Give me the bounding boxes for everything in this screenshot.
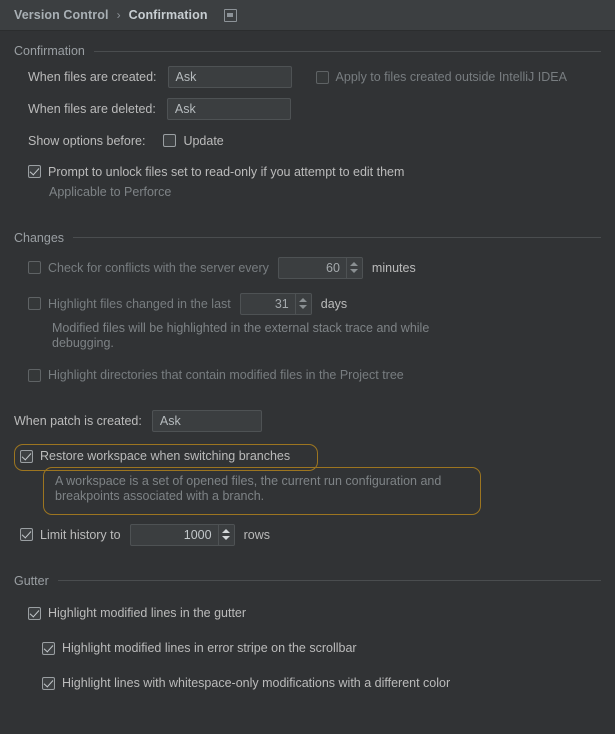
highlight-directories-checkbox[interactable] [28, 368, 41, 382]
restore-workspace-callout: Restore workspace when switching branche… [12, 443, 603, 515]
row-when-patch-created: When patch is created: Ask [12, 409, 603, 432]
highlight-directories-label: Highlight directories that contain modif… [48, 368, 404, 382]
row-check-conflicts[interactable]: Check for conflicts with the server ever… [12, 256, 603, 279]
when-files-created-dropdown[interactable]: Ask [167, 66, 292, 88]
section-header-changes: Changes [12, 231, 603, 245]
highlight-files-label: Highlight files changed in the last [48, 296, 231, 311]
section-title-changes: Changes [14, 230, 65, 245]
spinner-up-icon[interactable] [222, 529, 231, 533]
update-label: Update [183, 133, 224, 148]
limit-history-checkbox[interactable] [20, 528, 33, 541]
prompt-unlock-checkbox[interactable] [28, 165, 41, 178]
spinner-up-icon[interactable] [350, 262, 359, 266]
row-highlight-files[interactable]: Highlight files changed in the last 31 d… [12, 292, 603, 315]
spinner-buttons[interactable] [217, 524, 234, 545]
reset-window-icon[interactable] [223, 8, 237, 22]
restore-workspace-note: A workspace is a set of opened files, th… [55, 473, 442, 504]
prompt-unlock-label: Prompt to unlock files set to read-only … [48, 164, 405, 179]
highlight-whitespace-label: Highlight lines with whitespace-only mod… [62, 676, 451, 690]
when-files-created-value: Ask [175, 70, 197, 84]
spinner-buttons[interactable] [345, 257, 362, 278]
section-divider [93, 50, 601, 52]
check-conflicts-unit: minutes [371, 260, 416, 275]
apply-outside-label: Apply to files created outside IntelliJ … [335, 70, 567, 84]
breadcrumb-separator-icon: › [116, 8, 121, 22]
check-conflicts-checkbox[interactable] [28, 261, 41, 274]
spinner-down-icon[interactable] [299, 305, 308, 309]
restore-workspace-label: Restore workspace when switching branche… [40, 449, 291, 463]
highlight-gutter-checkbox[interactable] [28, 606, 41, 620]
when-patch-created-label: When patch is created: [14, 413, 142, 428]
highlight-whitespace-checkbox[interactable] [42, 676, 55, 690]
update-checkbox[interactable] [163, 134, 177, 147]
show-options-before-label: Show options before: [28, 133, 146, 148]
spinner-up-icon[interactable] [299, 298, 308, 302]
restore-workspace-checkbox[interactable] [20, 449, 33, 463]
check-conflicts-label: Check for conflicts with the server ever… [48, 260, 269, 275]
when-files-deleted-label: When files are deleted: [28, 102, 156, 116]
prompt-unlock-note: Applicable to Perforce [49, 185, 172, 199]
row-limit-history[interactable]: Limit history to 1000 rows [12, 523, 603, 546]
spinner-down-icon[interactable] [222, 536, 231, 540]
highlight-files-value: 31 [274, 296, 289, 311]
check-conflicts-spinner[interactable]: 60 [277, 256, 363, 279]
when-patch-created-dropdown[interactable]: Ask [151, 409, 262, 432]
row-restore-workspace[interactable]: Restore workspace when switching branche… [12, 444, 603, 469]
spinner-buttons[interactable] [294, 293, 311, 314]
row-highlight-directories[interactable]: Highlight directories that contain modif… [12, 365, 603, 386]
breadcrumb-leaf: Confirmation [128, 8, 208, 22]
when-files-deleted-dropdown[interactable]: Ask [166, 98, 291, 120]
highlight-files-note: Modified files will be highlighted in th… [52, 320, 430, 351]
highlight-error-stripe-checkbox[interactable] [42, 641, 55, 655]
section-header-confirmation: Confirmation [12, 44, 603, 58]
apply-outside-checkbox[interactable] [315, 70, 329, 84]
highlight-files-unit: days [320, 296, 348, 311]
row-highlight-error-stripe[interactable]: Highlight modified lines in error stripe… [12, 638, 603, 659]
spinner-down-icon[interactable] [350, 269, 359, 273]
breadcrumb-header: Version Control › Confirmation [0, 0, 615, 31]
limit-history-value: 1000 [183, 527, 212, 542]
section-title-confirmation: Confirmation [14, 44, 85, 58]
row-show-options-before: Show options before: Update [12, 130, 603, 151]
limit-history-label: Limit history to [40, 527, 121, 542]
section-divider [57, 580, 601, 581]
when-patch-created-value: Ask [159, 413, 181, 428]
row-highlight-whitespace[interactable]: Highlight lines with whitespace-only mod… [12, 673, 603, 694]
row-prompt-unlock[interactable]: Prompt to unlock files set to read-only … [12, 161, 603, 182]
check-conflicts-value: 60 [326, 260, 340, 275]
when-files-created-label: When files are created: [28, 70, 157, 84]
settings-page: Confirmation When files are created: Ask… [0, 44, 615, 694]
highlight-files-checkbox[interactable] [28, 297, 41, 310]
section-header-gutter: Gutter [12, 574, 603, 588]
highlight-error-stripe-label: Highlight modified lines in error stripe… [62, 641, 357, 655]
when-files-deleted-value: Ask [174, 102, 196, 116]
limit-history-unit: rows [243, 527, 270, 542]
highlight-gutter-label: Highlight modified lines in the gutter [48, 606, 247, 620]
section-title-gutter: Gutter [14, 573, 49, 588]
row-when-files-created: When files are created: Ask Apply to fil… [12, 66, 603, 88]
limit-history-spinner[interactable]: 1000 [129, 523, 235, 546]
section-divider [73, 237, 601, 238]
highlight-files-spinner[interactable]: 31 [239, 292, 312, 315]
breadcrumb-root[interactable]: Version Control [14, 8, 109, 22]
row-when-files-deleted: When files are deleted: Ask [12, 98, 603, 120]
row-highlight-gutter[interactable]: Highlight modified lines in the gutter [12, 603, 603, 624]
